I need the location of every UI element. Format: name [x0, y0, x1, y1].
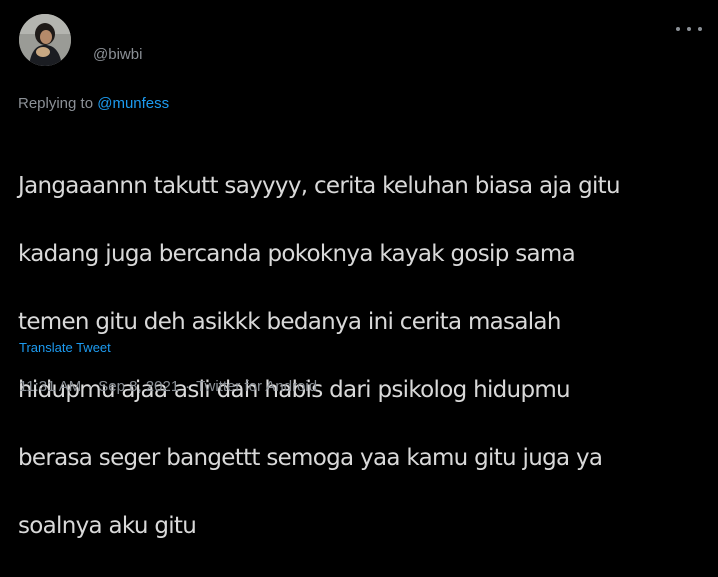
tweet-line: temen gitu deh asikkk bedanya ini cerita…: [18, 309, 561, 335]
tweet-source[interactable]: Twitter for Android: [196, 378, 317, 395]
dot: [676, 27, 680, 31]
dot: [698, 27, 702, 31]
author-handle[interactable]: @biwbi: [93, 46, 142, 64]
tweet-meta: 11:31 AM · Sep 8, 2021 · Twitter for Android: [19, 378, 317, 396]
reply-target-link[interactable]: @munfess: [97, 95, 169, 112]
tweet-date[interactable]: Sep 8, 2021: [98, 378, 179, 395]
replying-prefix: Replying to: [18, 95, 98, 112]
avatar[interactable]: [19, 14, 71, 66]
tweet-line: Jangaaannn takutt sayyyy, cerita keluhan…: [18, 173, 621, 199]
tweet-time[interactable]: 11:31 AM: [19, 378, 81, 395]
replying-to: Replying to @munfess: [18, 95, 169, 113]
dot: [687, 27, 691, 31]
meta-separator: ·: [87, 378, 93, 395]
tweet-text: Jangaaannn takutt sayyyy, cerita keluhan…: [18, 135, 708, 577]
translate-tweet-link[interactable]: Translate Tweet: [19, 340, 111, 356]
meta-separator: ·: [185, 378, 191, 395]
more-dots-icon[interactable]: [676, 21, 702, 37]
tweet-line: kadang juga bercanda pokoknya kayak gosi…: [18, 241, 576, 267]
avatar-photo: [19, 14, 71, 66]
tweet-line: berasa seger bangettt semoga yaa kamu gi…: [18, 445, 603, 471]
tweet-line: soalnya aku gitu: [18, 513, 197, 539]
